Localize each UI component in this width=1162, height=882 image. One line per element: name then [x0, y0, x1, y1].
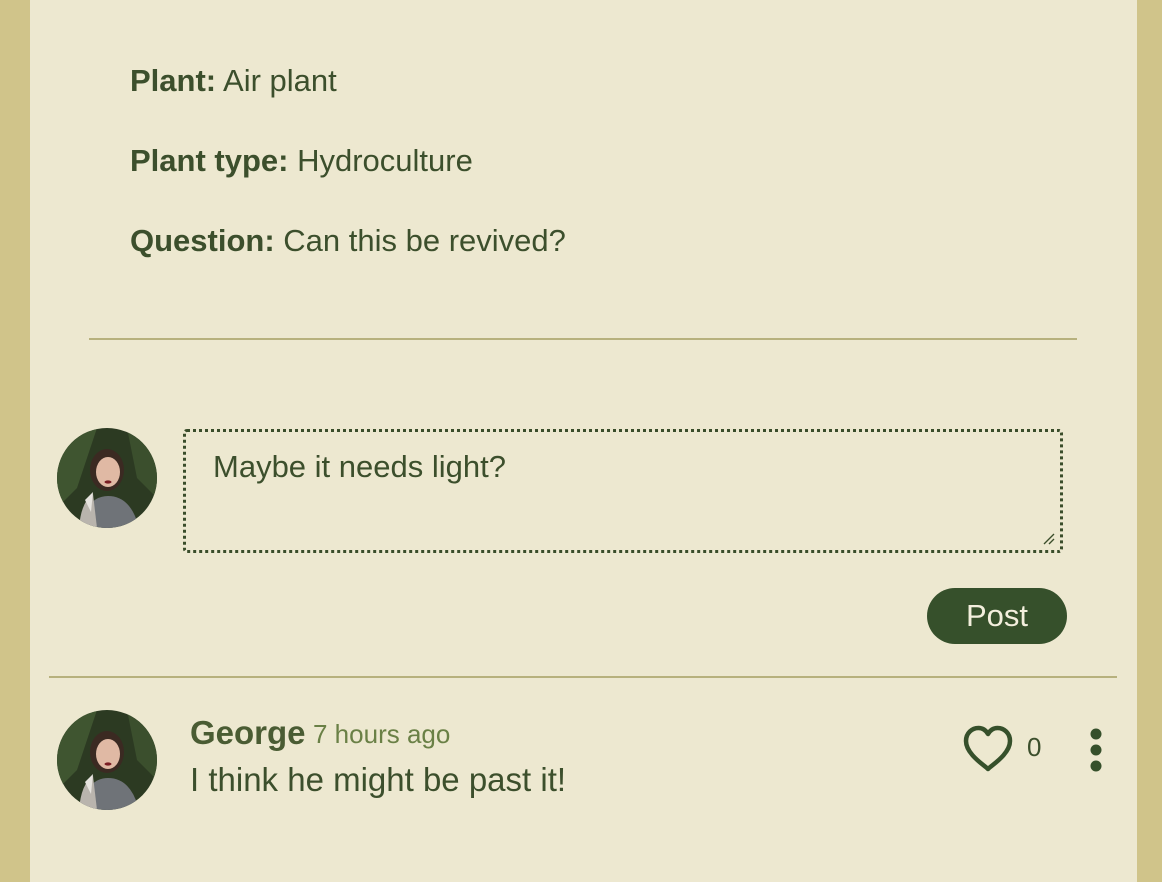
heart-icon[interactable] [961, 724, 1015, 774]
more-vertical-icon[interactable] [1084, 726, 1108, 774]
question-value: Can this be revived? [283, 223, 566, 258]
plant-value: Air plant [223, 63, 337, 98]
post-button[interactable]: Post [927, 588, 1067, 644]
post-detail-panel: Plant: Air plant Plant type: Hydrocultur… [30, 0, 1137, 882]
current-user-avatar [57, 428, 157, 528]
question-info: Question: Can this be revived? [130, 223, 566, 259]
comment-author[interactable]: George [190, 714, 306, 752]
plant-type-label: Plant type: [130, 143, 289, 178]
comment-input[interactable]: Maybe it needs light? [183, 429, 1063, 553]
resize-grip-icon[interactable] [1042, 532, 1056, 546]
comments-divider [49, 676, 1117, 678]
plant-type-value: Hydroculture [297, 143, 473, 178]
plant-info: Plant: Air plant [130, 63, 337, 99]
plant-type-info: Plant type: Hydroculture [130, 143, 473, 179]
question-label: Question: [130, 223, 275, 258]
comment-text: I think he might be past it! [190, 761, 567, 798]
comment-author-avatar[interactable] [57, 710, 157, 810]
comment-input-text: Maybe it needs light? [213, 449, 506, 484]
like-count: 0 [1027, 732, 1042, 762]
plant-label: Plant: [130, 63, 217, 98]
section-divider [89, 338, 1077, 340]
comment-timestamp: 7 hours ago [313, 719, 451, 749]
